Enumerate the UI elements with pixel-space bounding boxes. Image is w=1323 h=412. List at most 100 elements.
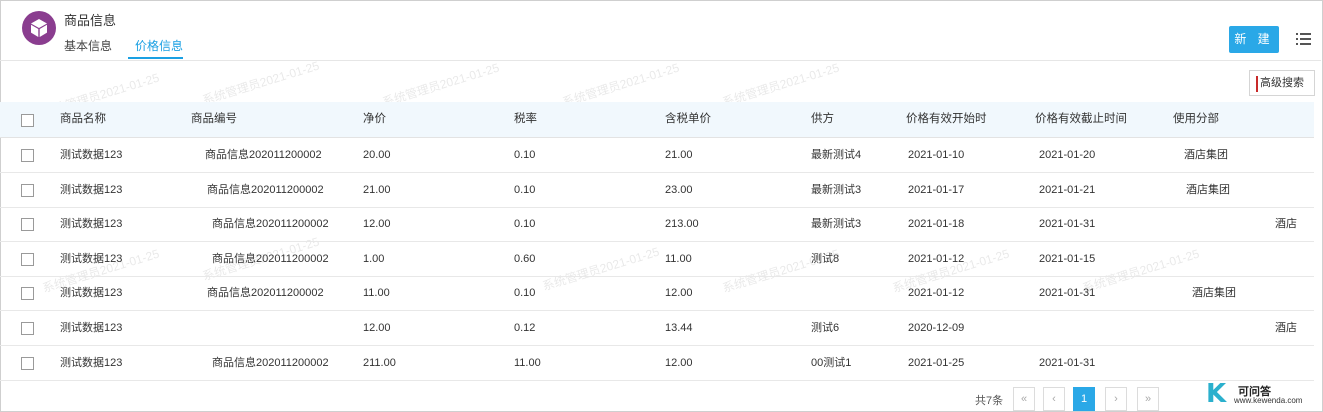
page-number-button[interactable]: 1 xyxy=(1073,387,1095,411)
first-page-button[interactable]: « xyxy=(1013,387,1035,411)
table-row[interactable]: 测试数据123 商品信息202011200002 20.00 0.10 21.0… xyxy=(0,138,1314,173)
logo-letter: K xyxy=(1206,379,1227,409)
cell-product-name: 测试数据123 xyxy=(60,184,123,196)
cell-tax-incl-price: 12.00 xyxy=(665,357,693,369)
cell-product-code: 商品信息202011200002 xyxy=(212,253,329,265)
table-row[interactable]: 测试数据123 12.00 0.12 13.44 测试6 2020-12-09 … xyxy=(0,311,1314,346)
cell-product-name: 测试数据123 xyxy=(60,253,123,265)
cell-net-price: 12.00 xyxy=(363,322,391,334)
cell-product-code: 商品信息202011200002 xyxy=(212,218,329,230)
cell-product-name: 测试数据123 xyxy=(60,287,123,299)
cell-tax-incl-price: 13.44 xyxy=(665,322,693,334)
cell-product-name: 测试数据123 xyxy=(60,149,123,161)
cell-product-code: 商品信息202011200002 xyxy=(207,184,324,196)
cell-valid-start: 2021-01-10 xyxy=(908,149,965,161)
col-valid-start[interactable]: 价格有效开始时 xyxy=(906,102,987,137)
cell-valid-end: 2021-01-31 xyxy=(1039,357,1096,369)
col-supplier[interactable]: 供方 xyxy=(811,102,834,137)
cell-valid-start: 2020-12-09 xyxy=(908,322,965,334)
last-page-button[interactable]: » xyxy=(1137,387,1159,411)
cell-division: 酒店集团 xyxy=(1184,149,1228,161)
row-checkbox[interactable] xyxy=(21,322,34,335)
cell-valid-end: 2021-01-31 xyxy=(1039,287,1096,299)
cell-supplier: 最新测试4 xyxy=(811,149,862,161)
row-checkbox[interactable] xyxy=(21,218,34,231)
cell-tax-rate: 0.10 xyxy=(514,184,536,196)
table-row[interactable]: 测试数据123 商品信息202011200002 11.00 0.10 12.0… xyxy=(0,276,1314,311)
row-checkbox[interactable] xyxy=(21,149,34,162)
cell-valid-start: 2021-01-17 xyxy=(908,184,965,196)
cell-valid-start: 2021-01-18 xyxy=(908,218,965,230)
cell-valid-start: 2021-01-25 xyxy=(908,357,965,369)
cell-net-price: 1.00 xyxy=(363,253,385,265)
tab-price-info[interactable]: 价格信息 xyxy=(135,37,183,54)
prev-page-button[interactable]: ‹ xyxy=(1043,387,1065,411)
advanced-search-button[interactable]: 高级搜索 xyxy=(1249,70,1315,96)
cell-net-price: 21.00 xyxy=(363,184,391,196)
total-count: 共7条 xyxy=(975,395,1004,407)
col-product-code[interactable]: 商品编号 xyxy=(191,102,237,137)
cell-valid-end: 2021-01-21 xyxy=(1039,184,1096,196)
cube-icon xyxy=(31,19,47,37)
cell-tax-rate: 11.00 xyxy=(514,357,541,369)
cell-tax-incl-price: 23.00 xyxy=(665,184,693,196)
cursor-marker xyxy=(1256,76,1258,92)
row-checkbox[interactable] xyxy=(21,287,34,300)
select-all-checkbox[interactable] xyxy=(21,114,34,127)
list-menu-icon[interactable] xyxy=(1296,32,1311,49)
col-valid-end[interactable]: 价格有效截止时间 xyxy=(1035,102,1127,137)
cell-product-code: 商品信息202011200002 xyxy=(212,357,329,369)
cell-tax-incl-price: 21.00 xyxy=(665,149,693,161)
table-row[interactable]: 测试数据123 商品信息202011200002 12.00 0.10 213.… xyxy=(0,207,1314,242)
cell-division: 酒店集团 xyxy=(1192,287,1236,299)
cell-valid-end: 2021-01-15 xyxy=(1039,253,1096,265)
cell-tax-rate: 0.10 xyxy=(514,218,536,230)
cell-supplier: 最新测试3 xyxy=(811,184,862,196)
cell-supplier: 00测试1 xyxy=(811,357,852,369)
row-checkbox[interactable] xyxy=(21,357,34,370)
row-checkbox[interactable] xyxy=(21,184,34,197)
cell-product-name: 测试数据123 xyxy=(60,218,123,230)
cell-valid-end: 2021-01-20 xyxy=(1039,149,1096,161)
cell-net-price: 20.00 xyxy=(363,149,391,161)
page-title: 商品信息 xyxy=(64,13,117,28)
tab-basic-info[interactable]: 基本信息 xyxy=(64,37,112,54)
cell-net-price: 12.00 xyxy=(363,218,391,230)
cell-valid-start: 2021-01-12 xyxy=(908,253,965,265)
col-tax-incl-price[interactable]: 含税单价 xyxy=(665,102,711,137)
header-divider xyxy=(0,60,1321,61)
cell-product-name: 测试数据123 xyxy=(60,357,123,369)
cell-supplier: 最新测试3 xyxy=(811,218,862,230)
table-header: 商品名称 商品编号 净价 税率 含税单价 供方 价格有效开始时 价格有效截止时间… xyxy=(0,102,1314,138)
row-checkbox[interactable] xyxy=(21,253,34,266)
site-logo: K 可问答 www.kewenda.com xyxy=(1204,379,1316,409)
cell-division: 酒店 xyxy=(1275,322,1297,334)
cell-net-price: 11.00 xyxy=(363,287,390,299)
cell-tax-rate: 0.10 xyxy=(514,149,536,161)
col-product-name[interactable]: 商品名称 xyxy=(60,102,106,137)
cell-supplier: 测试6 xyxy=(811,322,840,334)
cell-tax-rate: 0.60 xyxy=(514,253,536,265)
cell-tax-incl-price: 12.00 xyxy=(665,287,693,299)
cell-tax-rate: 0.10 xyxy=(514,287,536,299)
col-tax-rate[interactable]: 税率 xyxy=(514,102,537,137)
cell-product-name: 测试数据123 xyxy=(60,322,123,334)
table-row[interactable]: 测试数据123 商品信息202011200002 211.00 11.00 12… xyxy=(0,346,1314,381)
cell-tax-incl-price: 213.00 xyxy=(665,218,699,230)
cell-tax-rate: 0.12 xyxy=(514,322,536,334)
new-button[interactable]: 新 建 xyxy=(1229,26,1279,53)
table-row[interactable]: 测试数据123 商品信息202011200002 21.00 0.10 23.0… xyxy=(0,173,1314,208)
cell-product-code: 商品信息202011200002 xyxy=(205,149,322,161)
cell-division: 酒店集团 xyxy=(1186,184,1230,196)
cell-product-code: 商品信息202011200002 xyxy=(207,287,324,299)
col-division[interactable]: 使用分部 xyxy=(1173,102,1219,137)
table-row[interactable]: 测试数据123 商品信息202011200002 1.00 0.60 11.00… xyxy=(0,242,1314,277)
logo-url: www.kewenda.com xyxy=(1234,396,1303,405)
cell-tax-incl-price: 11.00 xyxy=(665,253,692,265)
col-net-price[interactable]: 净价 xyxy=(363,102,386,137)
cell-division: 酒店 xyxy=(1275,218,1297,230)
product-avatar xyxy=(22,11,56,45)
cell-net-price: 211.00 xyxy=(363,357,396,369)
cell-valid-start: 2021-01-12 xyxy=(908,287,965,299)
next-page-button[interactable]: › xyxy=(1105,387,1127,411)
